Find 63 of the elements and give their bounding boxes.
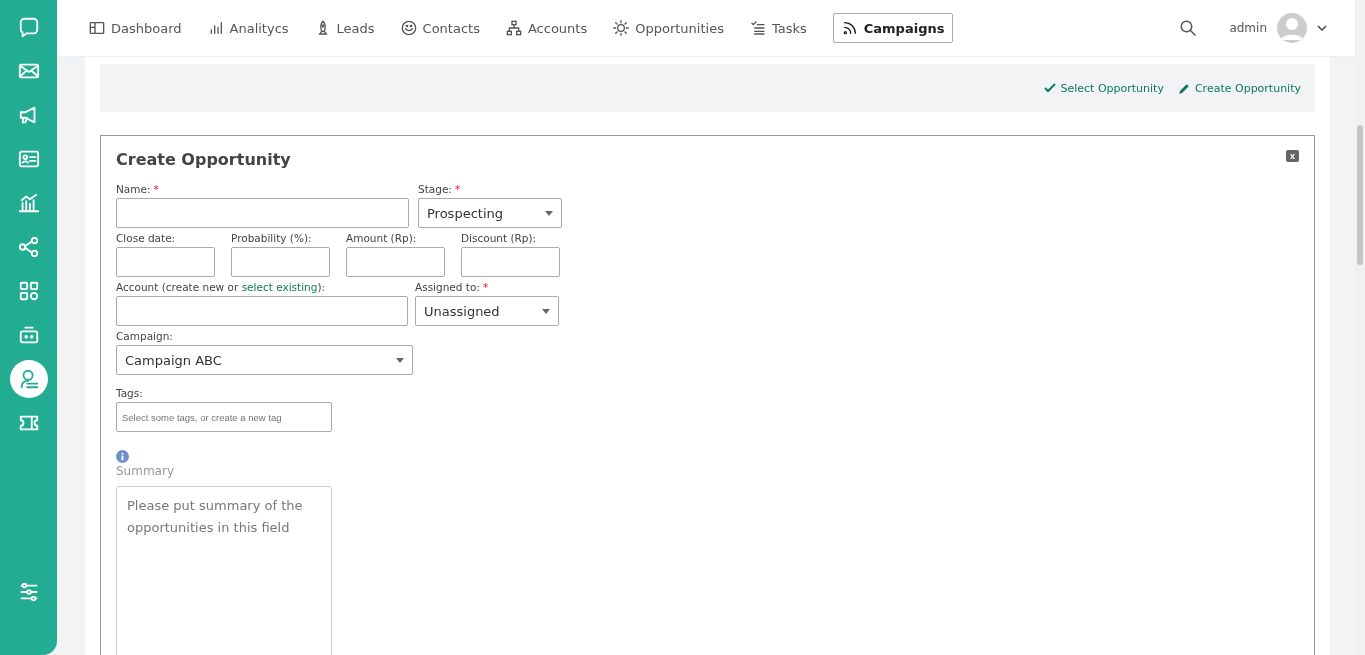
field-label: Summary xyxy=(116,464,174,478)
id-card-icon xyxy=(17,148,40,170)
user-name: admin xyxy=(1229,21,1267,35)
field-label: Assigned to: xyxy=(415,281,480,293)
search-icon[interactable] xyxy=(1179,19,1198,37)
campaign-select[interactable]: Campaign ABC xyxy=(116,345,413,375)
checkmark-icon xyxy=(1044,82,1057,94)
select-existing-link[interactable]: select existing xyxy=(241,281,318,293)
caret-icon xyxy=(396,357,404,363)
text-input[interactable] xyxy=(231,247,330,277)
field-label: Amount (Rp): xyxy=(346,232,417,244)
account-input[interactable] xyxy=(116,296,408,326)
required-asterisk: * xyxy=(482,281,489,293)
nav-link[interactable]: Opportunities xyxy=(613,13,724,43)
layout-icon xyxy=(89,20,105,36)
action-link[interactable]: Select Opportunity xyxy=(1044,81,1164,95)
close-button[interactable]: x xyxy=(1286,150,1299,162)
checklist-icon xyxy=(749,20,766,36)
nav-link[interactable]: Tasks xyxy=(749,13,807,43)
field-label: Account (create new or xyxy=(116,281,239,293)
text-input[interactable] xyxy=(346,247,445,277)
text-input[interactable] xyxy=(116,247,215,277)
field-label: Discount (Rp): xyxy=(461,232,537,244)
avatar[interactable] xyxy=(1277,13,1307,43)
form-title: Create Opportunity xyxy=(116,150,291,169)
sidebar-item[interactable] xyxy=(9,360,48,398)
field-label: Tags: xyxy=(116,387,143,399)
scrollbar[interactable] xyxy=(1355,0,1365,655)
assigned-select[interactable]: Unassigned xyxy=(415,296,559,326)
required-asterisk: * xyxy=(454,183,461,195)
chevron-down-icon[interactable] xyxy=(1317,25,1327,31)
smiley-icon xyxy=(400,20,417,36)
summary-textarea[interactable]: Please put summary of the opportunities in this field xyxy=(116,486,332,655)
nav-link[interactable]: Leads xyxy=(314,13,375,43)
bar-chart-icon xyxy=(17,192,40,214)
caret-icon xyxy=(542,308,550,314)
pencil-icon xyxy=(1177,81,1191,95)
nav-link[interactable]: Dashboard xyxy=(89,13,182,43)
nav-link[interactable]: Contacts xyxy=(400,13,480,43)
field-label: Stage: xyxy=(418,183,452,195)
stage-select[interactable]: Prospecting xyxy=(418,198,562,228)
rss-icon xyxy=(841,20,858,36)
field-label: Probability (%): xyxy=(231,232,312,244)
chat-bubble-icon xyxy=(17,16,40,38)
field-label: ): xyxy=(317,281,326,293)
name-input[interactable] xyxy=(116,198,409,228)
robot-icon xyxy=(17,324,40,346)
hierarchy-icon xyxy=(505,20,522,36)
action-link[interactable]: Create Opportunity xyxy=(1177,81,1301,95)
share-icon xyxy=(17,236,40,258)
grid-icon xyxy=(17,280,40,302)
text-input[interactable] xyxy=(461,247,560,277)
tags-input[interactable]: Select some tags, or create a new tag xyxy=(116,402,332,432)
sun-icon xyxy=(613,20,630,36)
field-label: Name: xyxy=(116,183,151,195)
info-icon xyxy=(116,450,129,463)
caret-icon xyxy=(545,210,553,216)
field-label: Close date: xyxy=(116,232,176,244)
nav-link[interactable]: Accounts xyxy=(505,13,588,43)
field-label: Campaign: xyxy=(116,330,173,342)
nav-link[interactable]: Campaigns xyxy=(832,13,954,43)
nav-link[interactable]: Analitycs xyxy=(207,13,289,43)
required-asterisk: * xyxy=(153,183,159,195)
